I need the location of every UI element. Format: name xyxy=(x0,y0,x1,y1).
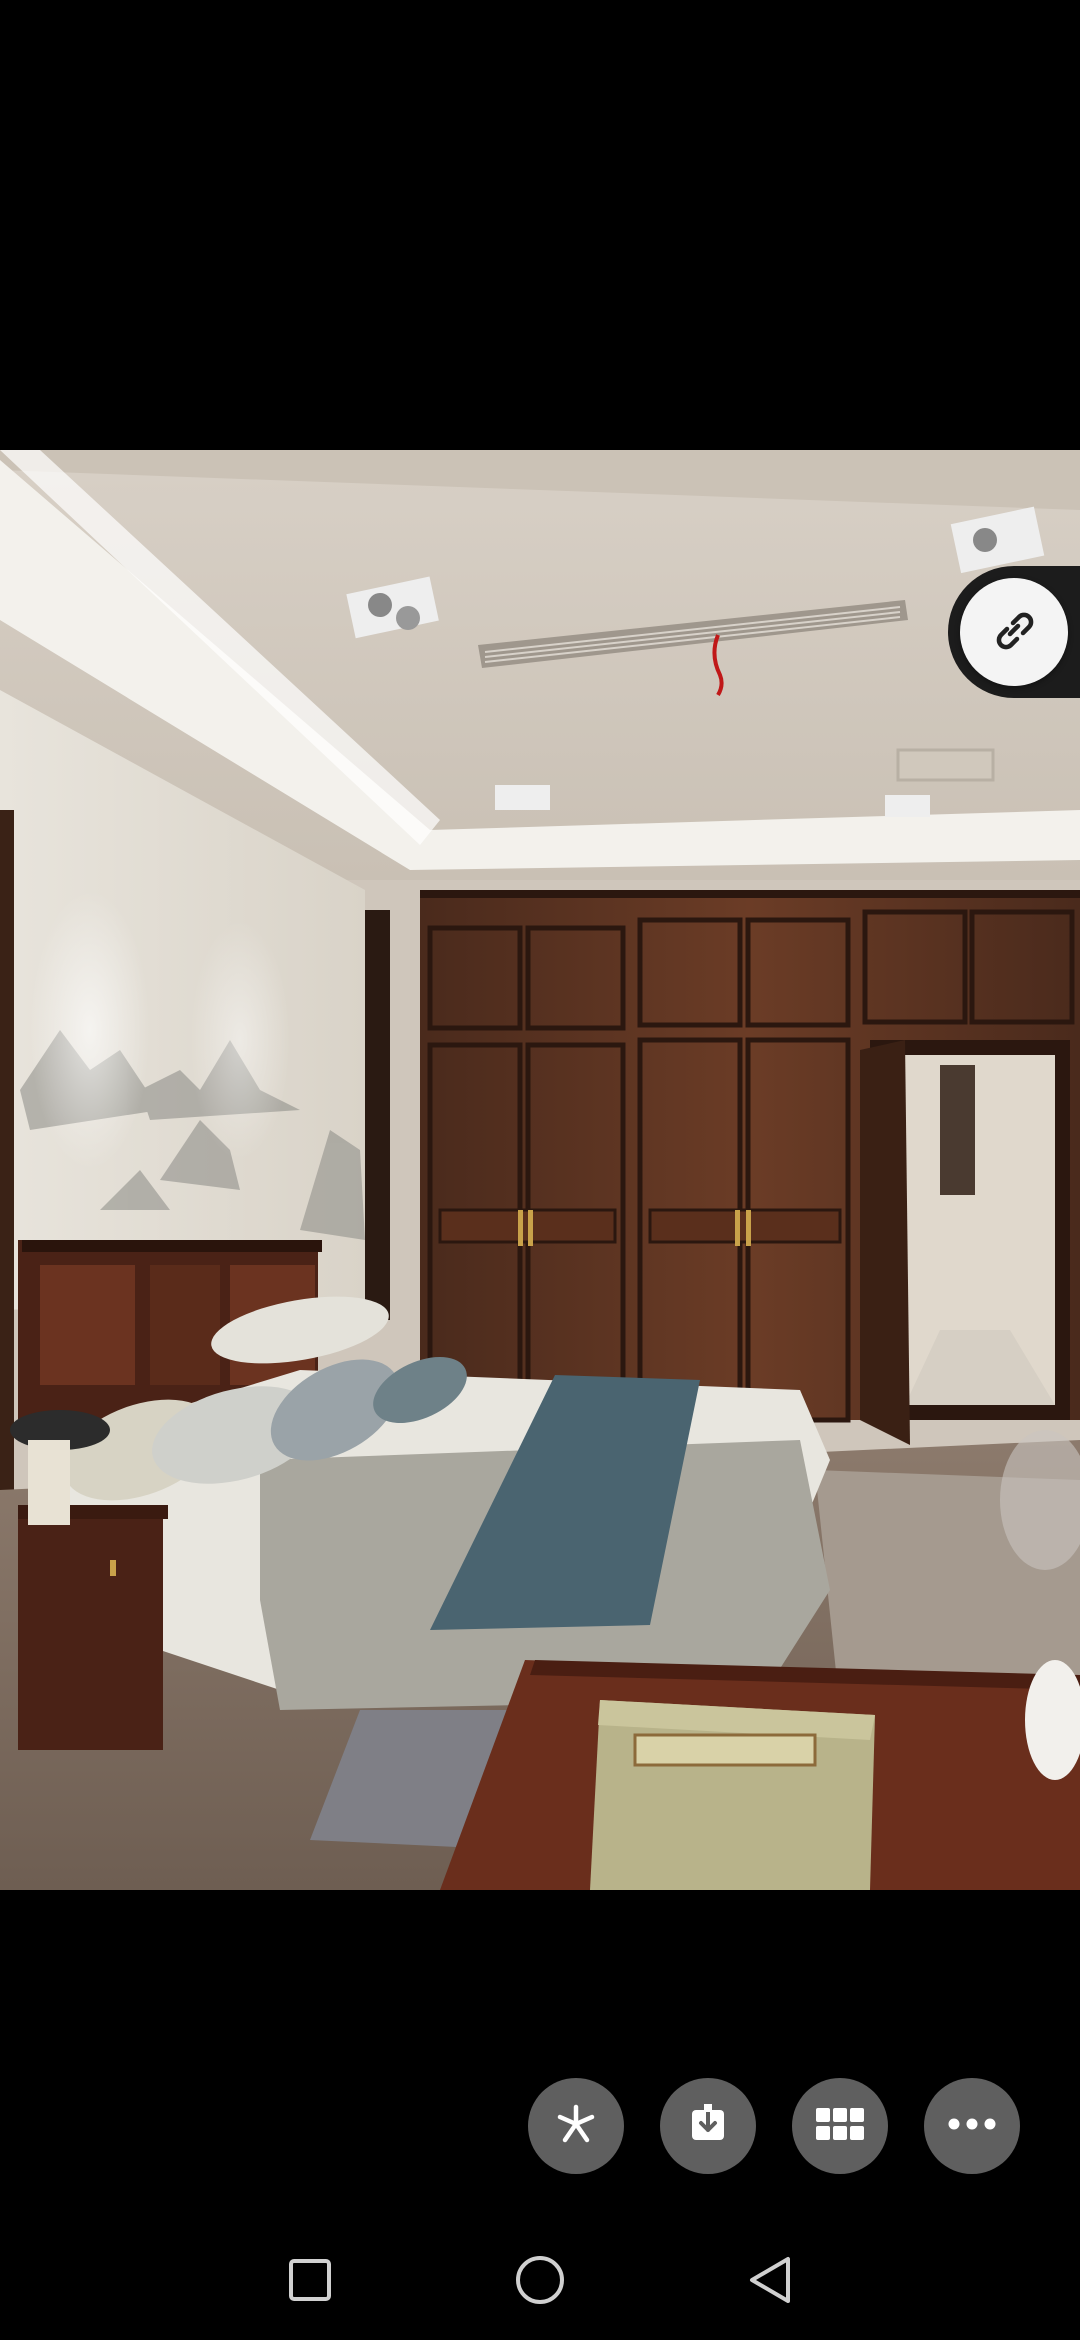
download-icon xyxy=(684,2100,732,2153)
link-button[interactable] xyxy=(960,578,1068,686)
more-button[interactable] xyxy=(924,2078,1020,2174)
circle-icon xyxy=(514,2254,566,2311)
square-icon xyxy=(287,2257,333,2308)
triangle-back-icon xyxy=(746,2254,794,2311)
link-icon xyxy=(988,604,1040,661)
pinwheel-icon xyxy=(552,2100,600,2153)
back-button[interactable] xyxy=(738,2250,802,2314)
download-button[interactable] xyxy=(660,2078,756,2174)
grid-icon xyxy=(814,2104,866,2149)
more-icon xyxy=(946,2116,998,2137)
home-button[interactable] xyxy=(508,2250,572,2314)
image-viewer-screen xyxy=(0,0,1080,2340)
share-button[interactable] xyxy=(528,2078,624,2174)
recent-apps-button[interactable] xyxy=(278,2250,342,2314)
bedroom-photo[interactable] xyxy=(0,450,1080,1890)
gallery-button[interactable] xyxy=(792,2078,888,2174)
